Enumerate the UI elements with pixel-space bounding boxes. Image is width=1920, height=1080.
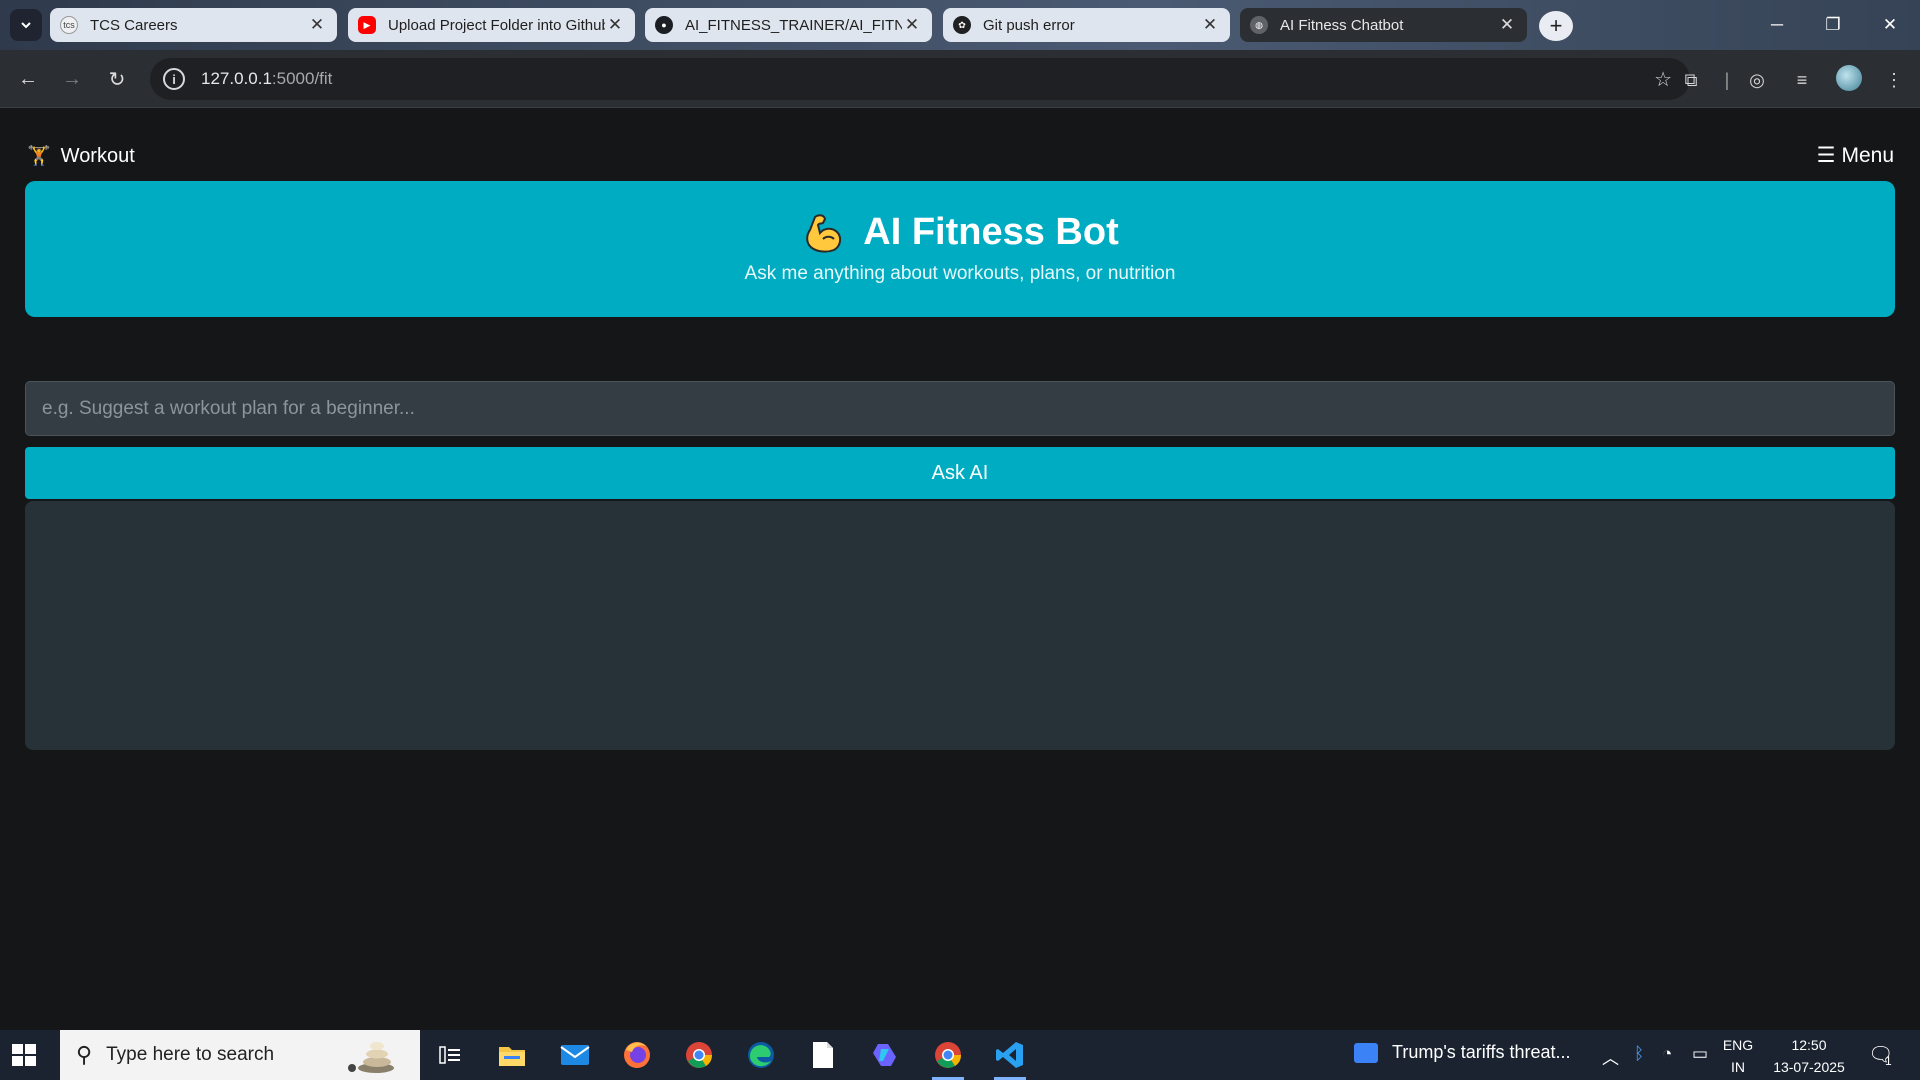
tab-tcs-careers[interactable]: tcs TCS Careers ✕ <box>50 8 337 42</box>
globe-icon: ◍ <box>1250 16 1268 34</box>
firefox-icon[interactable] <box>619 1037 655 1073</box>
tab-ai-fitness-chatbot[interactable]: ◍ AI Fitness Chatbot ✕ <box>1240 8 1527 42</box>
hero-title: AI Fitness Bot <box>863 210 1119 253</box>
web-page: 🏋 Workout ☰ Menu AI Fitness Bot Ask me a… <box>0 109 1920 1030</box>
clock-date: 13-07-2025 <box>1773 1059 1845 1075</box>
wifi-icon[interactable]: ◔ <box>1662 1044 1672 1064</box>
taskbar-search-box[interactable]: ⚲ Type here to search <box>60 1030 420 1080</box>
browser-titlebar: tcs TCS Careers ✕ ▶ Upload Project Folde… <box>0 0 1920 50</box>
hero-title-row: AI Fitness Bot <box>25 209 1895 255</box>
menu-label: Menu <box>1841 143 1894 167</box>
extensions-icon[interactable]: ⧉ <box>1677 66 1705 94</box>
site-info-icon[interactable]: i <box>163 68 185 90</box>
tab-search-button[interactable] <box>10 9 42 41</box>
close-icon: ✕ <box>1882 15 1898 34</box>
media-control-icon[interactable]: ≡ <box>1788 66 1816 94</box>
reload-button[interactable]: ↻ <box>102 64 132 94</box>
close-tab-icon[interactable]: ✕ <box>1200 15 1220 35</box>
show-hidden-icons-icon[interactable]: ︿ <box>1602 1044 1619 1069</box>
question-input[interactable] <box>25 381 1895 436</box>
windows-start-icon[interactable] <box>12 1044 36 1066</box>
close-tab-icon[interactable]: ✕ <box>902 15 922 35</box>
hero-banner: AI Fitness Bot Ask me anything about wor… <box>25 181 1895 317</box>
tab-title: Upload Project Folder into Github <box>388 16 605 34</box>
tcs-icon: tcs <box>60 16 78 34</box>
close-tab-icon[interactable]: ✕ <box>307 15 327 35</box>
tab-title: AI Fitness Chatbot <box>1280 16 1404 34</box>
minimize-button[interactable]: ─ <box>1757 10 1797 40</box>
performance-icon[interactable]: ◎ <box>1743 66 1771 94</box>
url-path: :5000/fit <box>271 69 333 88</box>
restore-button[interactable]: ❐ <box>1813 10 1853 40</box>
restore-icon: ❐ <box>1825 15 1841 34</box>
dumbbell-icon: 🏋 <box>27 146 51 167</box>
tab-youtube-upload[interactable]: ▶ Upload Project Folder into Github ✕ <box>348 8 635 42</box>
forward-button[interactable]: → <box>57 64 87 94</box>
address-bar[interactable]: i 127.0.0.1:5000/fit ☆ <box>150 58 1690 100</box>
bluetooth-icon[interactable]: ᛒ <box>1634 1044 1644 1064</box>
new-tab-button[interactable]: + <box>1539 11 1573 41</box>
arrow-left-icon: ← <box>18 67 38 90</box>
windows-taskbar: ⚲ Type here to search Trump's tariffs th… <box>0 1030 1920 1080</box>
edge-icon[interactable] <box>743 1037 779 1073</box>
nav-brand[interactable]: 🏋 Workout <box>27 144 135 168</box>
news-icon <box>1354 1042 1378 1063</box>
url-text: 127.0.0.1:5000/fit <box>201 69 332 89</box>
chatgpt-icon: ✿ <box>953 16 971 34</box>
ask-ai-button[interactable]: Ask AI <box>25 447 1895 499</box>
language-code: ENG <box>1722 1037 1754 1053</box>
vscode-icon[interactable] <box>992 1037 1028 1080</box>
language-indicator[interactable]: ENG IN <box>1718 1034 1758 1078</box>
search-icon: ⚲ <box>76 1042 93 1067</box>
chevron-down-icon <box>21 22 31 29</box>
clock[interactable]: 12:50 13-07-2025 <box>1764 1034 1854 1078</box>
tab-title: TCS Careers <box>90 16 178 34</box>
url-host: 127.0.0.1 <box>201 69 272 88</box>
news-widget[interactable]: Trump's tariffs threat... <box>1354 1042 1571 1063</box>
hero-subtitle: Ask me anything about workouts, plans, o… <box>744 263 1176 284</box>
search-highlight-art <box>348 1042 394 1073</box>
back-button[interactable]: ← <box>13 64 43 94</box>
bookmark-star-icon[interactable]: ☆ <box>1654 67 1672 92</box>
taskbar-search-placeholder: Type here to search <box>106 1044 275 1065</box>
copilot-icon[interactable] <box>867 1037 903 1073</box>
file-explorer-icon[interactable] <box>494 1037 530 1073</box>
browser-toolbar: ← → ↻ i 127.0.0.1:5000/fit ☆ ⧉ | ◎ ≡ ⋮ <box>0 50 1920 108</box>
tab-title: Git push error <box>983 16 1075 34</box>
response-area <box>25 501 1895 750</box>
clock-time: 12:50 <box>1791 1037 1827 1053</box>
chrome-icon[interactable] <box>681 1037 717 1073</box>
task-view-icon[interactable] <box>432 1037 468 1073</box>
flexed-bicep-icon <box>806 214 842 253</box>
notification-count: 1 <box>1885 1054 1892 1068</box>
tab-git-push-error[interactable]: ✿ Git push error ✕ <box>943 8 1230 42</box>
toolbar-divider: | <box>1724 69 1730 90</box>
chrome-running-icon[interactable] <box>930 1037 966 1080</box>
hamburger-icon: ☰ <box>1816 144 1836 167</box>
tab-github-repo[interactable]: ● AI_FITNESS_TRAINER/AI_FITNESS ✕ <box>645 8 932 42</box>
minimize-icon: ─ <box>1770 15 1784 34</box>
reload-icon: ↻ <box>108 68 126 91</box>
close-window-button[interactable]: ✕ <box>1870 10 1910 40</box>
arrow-right-icon: → <box>62 67 82 90</box>
plus-icon: + <box>1549 13 1563 38</box>
close-tab-icon[interactable]: ✕ <box>1497 15 1517 35</box>
close-tab-icon[interactable]: ✕ <box>605 15 625 35</box>
region-code: IN <box>1731 1059 1745 1075</box>
more-options-icon[interactable]: ⋮ <box>1880 66 1908 94</box>
github-icon: ● <box>655 16 673 34</box>
mail-icon[interactable] <box>557 1037 593 1073</box>
news-headline: Trump's tariffs threat... <box>1392 1042 1571 1062</box>
notepad-icon[interactable] <box>805 1037 841 1073</box>
youtube-icon: ▶ <box>358 16 376 34</box>
menu-button[interactable]: ☰ Menu <box>1817 143 1894 168</box>
tab-title: AI_FITNESS_TRAINER/AI_FITNESS <box>685 16 902 34</box>
profile-avatar[interactable] <box>1836 65 1862 91</box>
brand-label: Workout <box>60 144 135 167</box>
battery-icon[interactable]: ▭ <box>1692 1044 1708 1064</box>
